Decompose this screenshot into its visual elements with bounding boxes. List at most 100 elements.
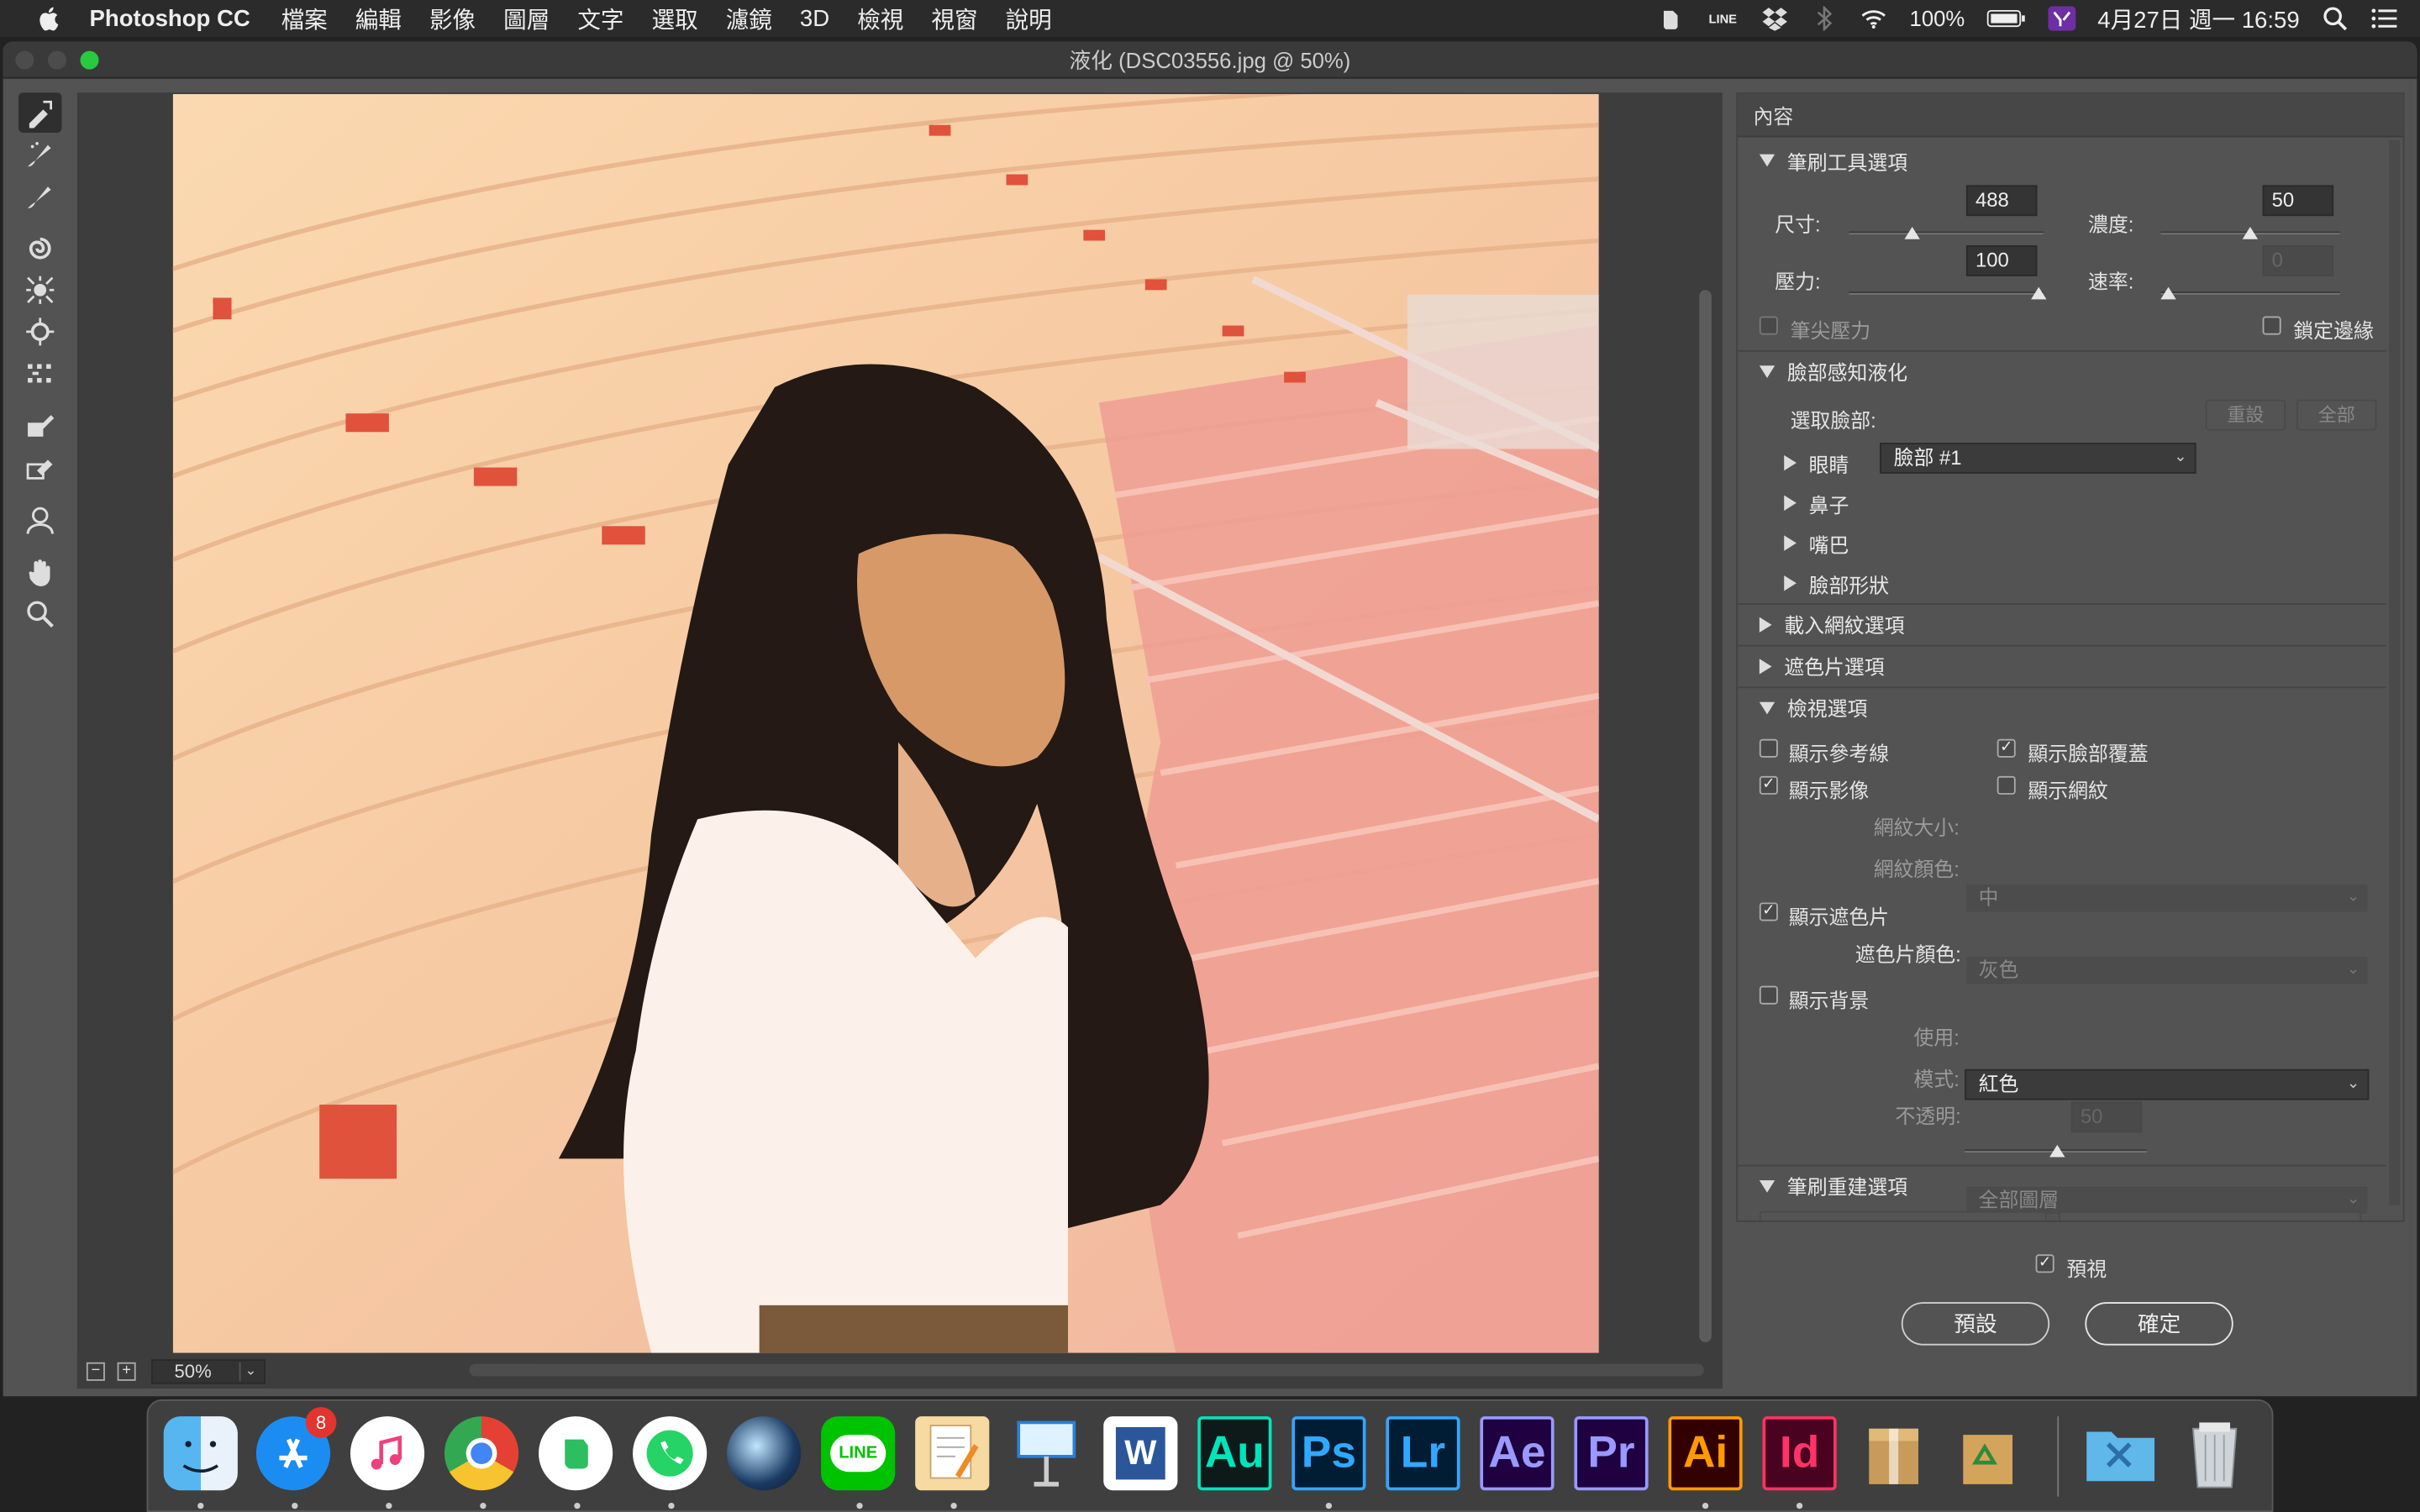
evernote-icon[interactable] <box>1656 6 1684 30</box>
zoom-tool[interactable] <box>18 594 61 634</box>
indesign-icon[interactable]: Id <box>1762 1416 1837 1491</box>
audition-icon[interactable]: Au <box>1197 1416 1272 1491</box>
pucker-tool[interactable] <box>18 270 61 310</box>
rate-slider-thumb[interactable] <box>2160 286 2176 300</box>
size-input[interactable]: 488 <box>1965 185 2038 217</box>
apple-logo-icon[interactable] <box>34 5 65 33</box>
twirl-clockwise-tool[interactable] <box>18 228 61 269</box>
photoshop-icon[interactable]: Ps <box>1292 1416 1366 1491</box>
window-titlebar[interactable]: 液化 (DSC03556.jpg @ 50%) <box>3 41 2417 79</box>
recycle-box-icon[interactable] <box>1951 1416 2025 1490</box>
mask-color-dropdown[interactable]: 紅色 ⌄ <box>1965 1068 2370 1100</box>
reconstruct-options-header[interactable]: 筆刷重建選項 <box>1738 1164 2386 1205</box>
zoom-level-field[interactable]: 50% ⌄ <box>150 1359 266 1384</box>
rate-slider[interactable] <box>2160 291 2340 295</box>
mask-options-header[interactable]: 遮色片選項 <box>1738 644 2386 685</box>
show-face-overlay-checkbox[interactable]: ✓ <box>1996 738 2016 758</box>
eyes-header[interactable]: 眼睛 <box>1763 443 1849 483</box>
show-mesh-checkbox[interactable] <box>1996 775 2016 795</box>
default-button[interactable]: 預設 <box>1901 1302 2050 1346</box>
show-mask-checkbox[interactable]: ✓ <box>1759 902 1778 921</box>
nose-header[interactable]: 鼻子 <box>1763 483 1849 523</box>
view-options-header[interactable]: 檢視選項 <box>1738 686 2386 727</box>
menu-file[interactable]: 檔案 <box>281 3 328 35</box>
photo-preview[interactable] <box>172 94 1599 1353</box>
face-aware-header[interactable]: 臉部感知液化 <box>1738 349 2386 391</box>
dropbox-icon[interactable] <box>1761 6 1789 31</box>
line-app-icon[interactable]: LINE <box>821 1416 896 1491</box>
pages-icon[interactable] <box>915 1416 990 1491</box>
evernote-app-icon[interactable] <box>539 1416 613 1491</box>
menu-view[interactable]: 檢視 <box>857 3 903 35</box>
line-icon[interactable]: LINE <box>1706 6 1739 30</box>
push-left-tool[interactable] <box>18 354 61 394</box>
word-icon[interactable]: W <box>1103 1416 1178 1491</box>
canvas-vertical-scrollbar[interactable] <box>1699 290 1712 1342</box>
menu-select[interactable]: 選取 <box>652 3 698 35</box>
opacity-slider-thumb[interactable] <box>2049 1144 2065 1158</box>
applications-folder-icon[interactable] <box>2084 1416 2158 1490</box>
trash-icon[interactable] <box>2178 1416 2252 1490</box>
size-slider-thumb[interactable] <box>1904 226 1920 239</box>
pressure-input[interactable]: 100 <box>1965 245 2038 276</box>
canvas-area[interactable]: − + 50% ⌄ <box>76 92 1723 1389</box>
density-slider-thumb[interactable] <box>2242 226 2259 239</box>
menu-window[interactable]: 視窗 <box>931 3 977 35</box>
smooth-tool[interactable] <box>18 176 61 216</box>
whatsapp-icon[interactable] <box>633 1416 708 1491</box>
bluetooth-icon[interactable] <box>1811 6 1839 31</box>
menu-type[interactable]: 文字 <box>577 3 623 35</box>
cinema4d-icon[interactable] <box>727 1416 802 1491</box>
chevron-down-icon[interactable]: ⌄ <box>239 1362 261 1381</box>
density-input[interactable]: 50 <box>2262 185 2334 217</box>
wifi-icon[interactable] <box>1860 6 1888 30</box>
menu-edit[interactable]: 編輯 <box>355 3 402 35</box>
face-tool[interactable] <box>18 500 61 540</box>
menu-help[interactable]: 說明 <box>1006 3 1052 35</box>
premiere-icon[interactable]: Pr <box>1574 1416 1649 1491</box>
zoom-in-button[interactable]: + <box>117 1362 136 1381</box>
reconstruct-button[interactable] <box>1759 1210 2047 1221</box>
mouth-header[interactable]: 嘴巴 <box>1763 523 1849 564</box>
battery-icon[interactable] <box>1986 6 2027 30</box>
pressure-slider-thumb[interactable] <box>2031 286 2047 300</box>
ok-button[interactable]: 確定 <box>2085 1302 2233 1346</box>
show-backdrop-checkbox[interactable] <box>1759 985 1778 1005</box>
show-guides-checkbox[interactable] <box>1759 738 1778 758</box>
keynote-icon[interactable] <box>1009 1416 1083 1490</box>
opacity-input[interactable]: 50 <box>2070 1101 2143 1133</box>
reconstruct-tool[interactable] <box>18 134 61 175</box>
spotlight-icon[interactable] <box>2321 6 2349 31</box>
itunes-icon[interactable] <box>350 1416 425 1491</box>
forward-warp-tool[interactable] <box>18 92 62 133</box>
rate-input[interactable]: 0 <box>2262 245 2334 276</box>
app-name[interactable]: Photoshop CC <box>90 5 250 31</box>
stylus-pressure-checkbox[interactable] <box>1759 316 1778 335</box>
yahoo-icon[interactable] <box>2048 6 2076 31</box>
freeze-mask-tool[interactable] <box>18 406 61 446</box>
archive-utility-icon[interactable] <box>1857 1416 1931 1490</box>
zoom-out-button[interactable]: − <box>86 1362 105 1381</box>
face-shape-header[interactable]: 臉部形狀 <box>1763 563 1889 603</box>
brush-options-header[interactable]: 筆刷工具選項 <box>1738 140 2386 181</box>
menu-image[interactable]: 影像 <box>429 3 476 35</box>
mesh-color-dropdown[interactable]: 灰色 ⌄ <box>1965 954 2370 986</box>
face-reset-button[interactable]: 重設 <box>2205 399 2286 431</box>
chrome-icon[interactable] <box>444 1416 519 1491</box>
close-button[interactable] <box>15 50 34 70</box>
clock[interactable]: 4月27日 週一 16:59 <box>2097 3 2299 35</box>
menu-3d[interactable]: 3D <box>800 5 829 31</box>
panel-scrollbar[interactable] <box>2389 140 2401 1205</box>
mesh-size-dropdown[interactable]: 中 ⌄ <box>1965 882 2370 914</box>
pressure-slider[interactable] <box>1849 291 2044 295</box>
canvas-horizontal-scrollbar[interactable] <box>469 1363 1704 1377</box>
finder-icon[interactable] <box>163 1416 238 1491</box>
illustrator-icon[interactable]: Ai <box>1668 1416 1743 1491</box>
lightroom-icon[interactable]: Lr <box>1386 1416 1460 1491</box>
app-store-icon[interactable]: 8 <box>255 1407 337 1491</box>
restore-all-button[interactable] <box>2059 1210 2362 1221</box>
menu-filter[interactable]: 濾鏡 <box>726 3 772 35</box>
load-mesh-header[interactable]: 載入網紋選項 <box>1738 603 2386 643</box>
bloat-tool[interactable] <box>18 312 61 352</box>
after-effects-icon[interactable]: Ae <box>1480 1416 1555 1491</box>
